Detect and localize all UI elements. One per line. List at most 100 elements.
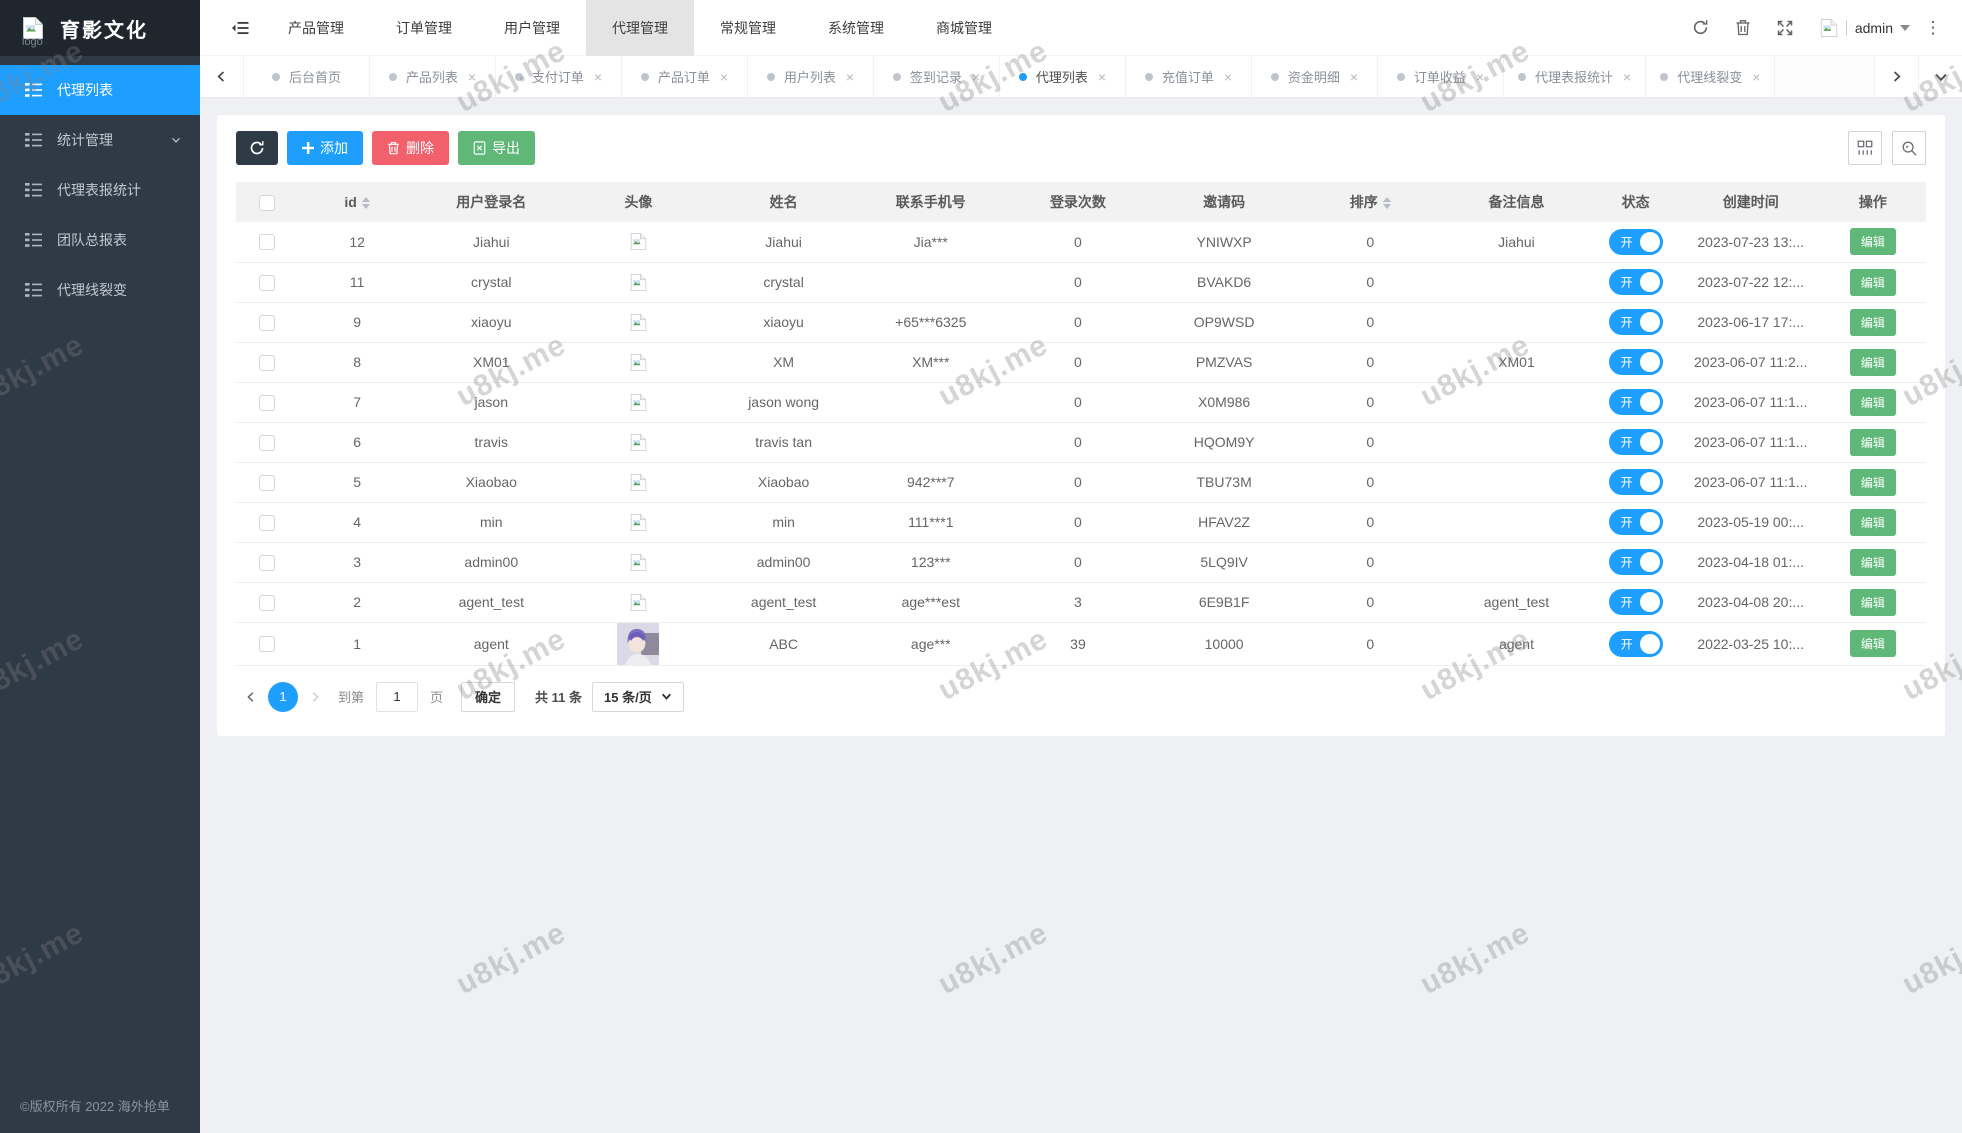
sidebar-item[interactable]: 统计管理: [0, 115, 200, 165]
tab-close-icon[interactable]: ×: [972, 70, 980, 84]
agent-list-card: 添加 删除 导出: [217, 115, 1945, 736]
user-menu[interactable]: admin: [1820, 18, 1910, 38]
status-toggle[interactable]: 开: [1609, 229, 1663, 255]
tab[interactable]: 充值订单 ×: [1126, 56, 1252, 97]
tab-close-icon[interactable]: ×: [1098, 70, 1106, 84]
status-toggle[interactable]: 开: [1609, 631, 1663, 657]
top-nav-item[interactable]: 用户管理: [478, 0, 586, 56]
row-checkbox[interactable]: [259, 355, 275, 371]
edit-button[interactable]: 编辑: [1850, 469, 1896, 496]
cell-invite: X0M986: [1151, 382, 1297, 422]
more-menu-icon[interactable]: ⋮: [1920, 18, 1946, 38]
cell-logins: 0: [1005, 382, 1151, 422]
row-checkbox[interactable]: [259, 475, 275, 491]
tab-close-icon[interactable]: ×: [1623, 70, 1631, 84]
tab[interactable]: 资金明细 ×: [1252, 56, 1378, 97]
sort-order-icon[interactable]: [1383, 197, 1391, 209]
row-checkbox[interactable]: [259, 435, 275, 451]
status-toggle[interactable]: 开: [1609, 549, 1663, 575]
refresh-icon[interactable]: [1680, 0, 1722, 56]
edit-button[interactable]: 编辑: [1850, 389, 1896, 416]
status-toggle[interactable]: 开: [1609, 269, 1663, 295]
edit-button[interactable]: 编辑: [1850, 549, 1896, 576]
search-button[interactable]: [1892, 131, 1926, 165]
delete-button[interactable]: 删除: [372, 131, 449, 165]
tab[interactable]: 后台首页: [244, 56, 370, 97]
tab[interactable]: 支付订单 ×: [496, 56, 622, 97]
status-toggle[interactable]: 开: [1609, 309, 1663, 335]
tabs-menu-chevron-down-icon[interactable]: [1918, 56, 1962, 97]
top-nav-item[interactable]: 代理管理: [586, 0, 694, 56]
per-page-select[interactable]: 15 条/页: [592, 682, 684, 712]
edit-button[interactable]: 编辑: [1850, 349, 1896, 376]
sidebar-item[interactable]: 团队总报表: [0, 215, 200, 265]
prev-page-icon[interactable]: [236, 682, 266, 712]
tab-close-icon[interactable]: ×: [1476, 70, 1484, 84]
tabs-scroll-left-icon[interactable]: [200, 56, 244, 97]
add-button-label: 添加: [320, 138, 348, 158]
export-button[interactable]: 导出: [458, 131, 535, 165]
sidebar-item[interactable]: 代理表报统计: [0, 165, 200, 215]
tab[interactable]: 代理列表 ×: [1000, 56, 1126, 97]
top-nav-item[interactable]: 常规管理: [694, 0, 802, 56]
collapse-menu-icon[interactable]: [218, 0, 262, 56]
tab[interactable]: 代理线裂变 ×: [1646, 56, 1775, 97]
table-row: 7 jason jason wong 0: [236, 382, 1926, 422]
status-toggle[interactable]: 开: [1609, 509, 1663, 535]
add-button[interactable]: 添加: [287, 131, 363, 165]
tab-close-icon[interactable]: ×: [1350, 70, 1358, 84]
tabs-scroll-right-icon[interactable]: [1874, 56, 1918, 97]
row-checkbox[interactable]: [259, 234, 275, 250]
top-nav-item[interactable]: 产品管理: [262, 0, 370, 56]
top-nav-item[interactable]: 系统管理: [802, 0, 910, 56]
fullscreen-icon[interactable]: [1764, 0, 1806, 56]
status-toggle[interactable]: 开: [1609, 589, 1663, 615]
row-checkbox[interactable]: [259, 395, 275, 411]
row-checkbox[interactable]: [259, 636, 275, 652]
edit-button[interactable]: 编辑: [1850, 228, 1896, 255]
tab-close-icon[interactable]: ×: [594, 70, 602, 84]
edit-button[interactable]: 编辑: [1850, 630, 1896, 657]
tab-close-icon[interactable]: ×: [468, 70, 476, 84]
refresh-table-button[interactable]: [236, 131, 278, 165]
tab[interactable]: 订单收益 ×: [1378, 56, 1504, 97]
select-all-checkbox[interactable]: [259, 195, 275, 211]
edit-button[interactable]: 编辑: [1850, 269, 1896, 296]
tab-close-icon[interactable]: ×: [720, 70, 728, 84]
tab-close-icon[interactable]: ×: [846, 70, 854, 84]
tab[interactable]: 代理表报统计 ×: [1504, 56, 1646, 97]
status-toggle[interactable]: 开: [1609, 349, 1663, 375]
cell-login: xiaoyu: [416, 302, 566, 342]
tab[interactable]: 产品订单 ×: [622, 56, 748, 97]
row-checkbox[interactable]: [259, 275, 275, 291]
page-input[interactable]: [376, 682, 418, 712]
edit-button[interactable]: 编辑: [1850, 429, 1896, 456]
row-checkbox[interactable]: [259, 315, 275, 331]
top-nav-item[interactable]: 商城管理: [910, 0, 1018, 56]
status-toggle[interactable]: 开: [1609, 429, 1663, 455]
tab-close-icon[interactable]: ×: [1224, 70, 1232, 84]
cell-invite: 5LQ9IV: [1151, 542, 1297, 582]
tab[interactable]: 签到记录 ×: [874, 56, 1000, 97]
sort-id-icon[interactable]: [362, 197, 370, 209]
top-nav-item[interactable]: 订单管理: [370, 0, 478, 56]
status-toggle[interactable]: 开: [1609, 389, 1663, 415]
row-checkbox[interactable]: [259, 555, 275, 571]
sidebar-item[interactable]: 代理线裂变: [0, 265, 200, 315]
trash-icon[interactable]: [1722, 0, 1764, 56]
status-toggle[interactable]: 开: [1609, 469, 1663, 495]
next-page-icon[interactable]: [300, 682, 330, 712]
column-settings-button[interactable]: [1848, 131, 1882, 165]
edit-button[interactable]: 编辑: [1850, 309, 1896, 336]
tab[interactable]: 用户列表 ×: [748, 56, 874, 97]
row-checkbox[interactable]: [259, 515, 275, 531]
row-checkbox[interactable]: [259, 595, 275, 611]
edit-button[interactable]: 编辑: [1850, 509, 1896, 536]
status-toggle-label: 开: [1621, 434, 1633, 451]
page-number-button[interactable]: 1: [268, 682, 298, 712]
sidebar-item[interactable]: 代理列表: [0, 65, 200, 115]
tab[interactable]: 产品列表 ×: [370, 56, 496, 97]
edit-button[interactable]: 编辑: [1850, 589, 1896, 616]
confirm-page-button[interactable]: 确定: [461, 682, 515, 712]
tab-close-icon[interactable]: ×: [1752, 70, 1760, 84]
